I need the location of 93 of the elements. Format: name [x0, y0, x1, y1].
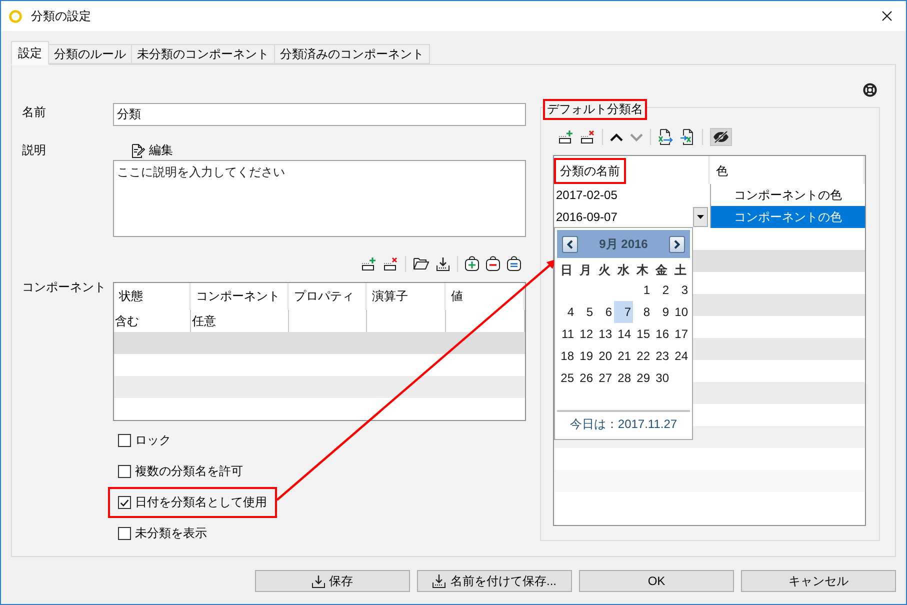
ring-icon [9, 10, 22, 22]
checkbox[interactable] [118, 496, 131, 509]
ok-button[interactable]: OK [579, 570, 734, 592]
table-cell-text: 2017-02-05 [555, 187, 618, 204]
download-icon [312, 574, 325, 588]
calendar-day[interactable]: 24 [671, 345, 690, 367]
edit-icon [131, 144, 145, 158]
weekday-label: 水 [616, 262, 630, 279]
calendar-day[interactable]: 1 [633, 279, 652, 301]
calendar-day[interactable]: 30 [652, 367, 671, 389]
tab[interactable]: 分類のルール [48, 44, 132, 64]
weekday-label: 土 [674, 262, 688, 279]
import-document-icon[interactable] [680, 129, 695, 145]
calendar-day[interactable]: 11 [557, 323, 576, 345]
date-field[interactable]: 2016-09-07 [554, 206, 710, 228]
save-button[interactable]: 保存 [255, 570, 410, 592]
previous-month-button[interactable] [562, 236, 578, 252]
field-label: 名前 [22, 105, 46, 120]
chevron-up-icon[interactable] [610, 132, 623, 142]
checkbox[interactable] [118, 527, 131, 540]
help-icon[interactable] [863, 83, 877, 97]
calendar-day[interactable]: 12 [576, 323, 595, 345]
add-row-icon[interactable] [558, 130, 573, 144]
add-row-icon[interactable] [361, 256, 376, 270]
calendar-day[interactable]: 18 [557, 345, 576, 367]
export-document-icon[interactable] [658, 129, 673, 145]
chevron-right-icon [674, 240, 680, 248]
calendar-day[interactable]: 28 [614, 367, 633, 389]
calendar-day[interactable]: 22 [633, 345, 652, 367]
calendar-day[interactable]: 15 [633, 323, 652, 345]
checkbox-label[interactable]: 日付を分類名として使用 [135, 494, 267, 511]
calendar-day[interactable]: 2 [652, 279, 671, 301]
equals-box-icon[interactable] [507, 256, 521, 271]
weekday-label: 金 [654, 262, 668, 279]
checkbox-label[interactable]: 複数の分類名を許可 [135, 463, 243, 480]
weekday-label: 木 [635, 262, 650, 279]
download-icon[interactable] [436, 256, 450, 270]
calendar-day[interactable]: 7 [614, 301, 633, 323]
weekday-label: 火 [597, 262, 612, 279]
description-field[interactable]: ここに説明を入力してください [113, 160, 526, 237]
delete-row-icon[interactable] [383, 256, 398, 270]
chevron-left-icon [567, 240, 573, 248]
calendar-day[interactable]: 6 [595, 301, 614, 323]
calendar-day[interactable]: 17 [671, 323, 690, 345]
close-icon [882, 11, 892, 21]
tab[interactable]: 設定 [11, 41, 49, 65]
caret-down-icon [697, 215, 704, 219]
calendar-day[interactable]: 19 [576, 345, 595, 367]
dropdown-button[interactable] [693, 207, 708, 227]
save-as-button[interactable]: 名前を付けて保存... [417, 570, 572, 592]
calendar-day[interactable]: 3 [671, 279, 690, 301]
window-title: 分類の設定 [31, 8, 91, 24]
calendar-day[interactable]: 8 [633, 301, 652, 323]
plus-box-icon[interactable] [465, 256, 479, 271]
minus-box-icon[interactable] [486, 256, 500, 271]
calendar-day[interactable]: 29 [633, 367, 652, 389]
folder-icon[interactable] [413, 257, 429, 270]
download-icon [432, 574, 446, 588]
calendar-day[interactable]: 26 [576, 367, 595, 389]
cancel-button[interactable]: キャンセル [741, 570, 896, 592]
checkbox-label[interactable]: ロック [135, 432, 171, 449]
calendar-day[interactable]: 14 [614, 323, 633, 345]
tab[interactable]: 未分類のコンポーネント [131, 44, 275, 64]
month-title: 9月 2016 [599, 236, 648, 252]
calendar-day[interactable]: 25 [557, 367, 576, 389]
column-header[interactable]: 色 [716, 162, 728, 180]
calendar-day[interactable]: 5 [576, 301, 595, 323]
calendar-day[interactable]: 21 [614, 345, 633, 367]
next-month-button[interactable] [668, 236, 685, 252]
calendar-day[interactable]: 20 [595, 345, 614, 367]
field-label: 説明 [22, 143, 46, 158]
today-button[interactable]: 今日は：2017.11.27 [557, 410, 690, 437]
edit-link[interactable]: 編集 [131, 143, 173, 158]
checkbox-label[interactable]: 未分類を表示 [135, 525, 207, 542]
field-label: コンポーネント [22, 280, 106, 295]
calendar-day[interactable]: 23 [652, 345, 671, 367]
visibility-toggle-button[interactable] [710, 128, 732, 146]
weekday-label: 日 [560, 262, 574, 279]
checkbox[interactable] [118, 465, 131, 478]
group-title: デフォルト分類名 [547, 101, 643, 118]
table-cell[interactable]: コンポーネントの色 [710, 206, 865, 228]
calendar-day[interactable]: 4 [557, 301, 576, 323]
tab[interactable]: 分類済みのコンポーネント [274, 44, 430, 64]
weekday-label: 月 [578, 262, 592, 279]
column-header[interactable]: 分類の名前 [560, 162, 620, 180]
calendar-day[interactable]: 10 [671, 301, 690, 323]
calendar-day[interactable]: 16 [652, 323, 671, 345]
name-field[interactable]: 分類 [113, 103, 526, 126]
checkbox[interactable] [118, 434, 131, 447]
calendar-day[interactable]: 9 [652, 301, 671, 323]
delete-row-icon[interactable] [580, 130, 595, 144]
calendar-day[interactable]: 13 [595, 323, 614, 345]
calendar-day[interactable]: 27 [595, 367, 614, 389]
